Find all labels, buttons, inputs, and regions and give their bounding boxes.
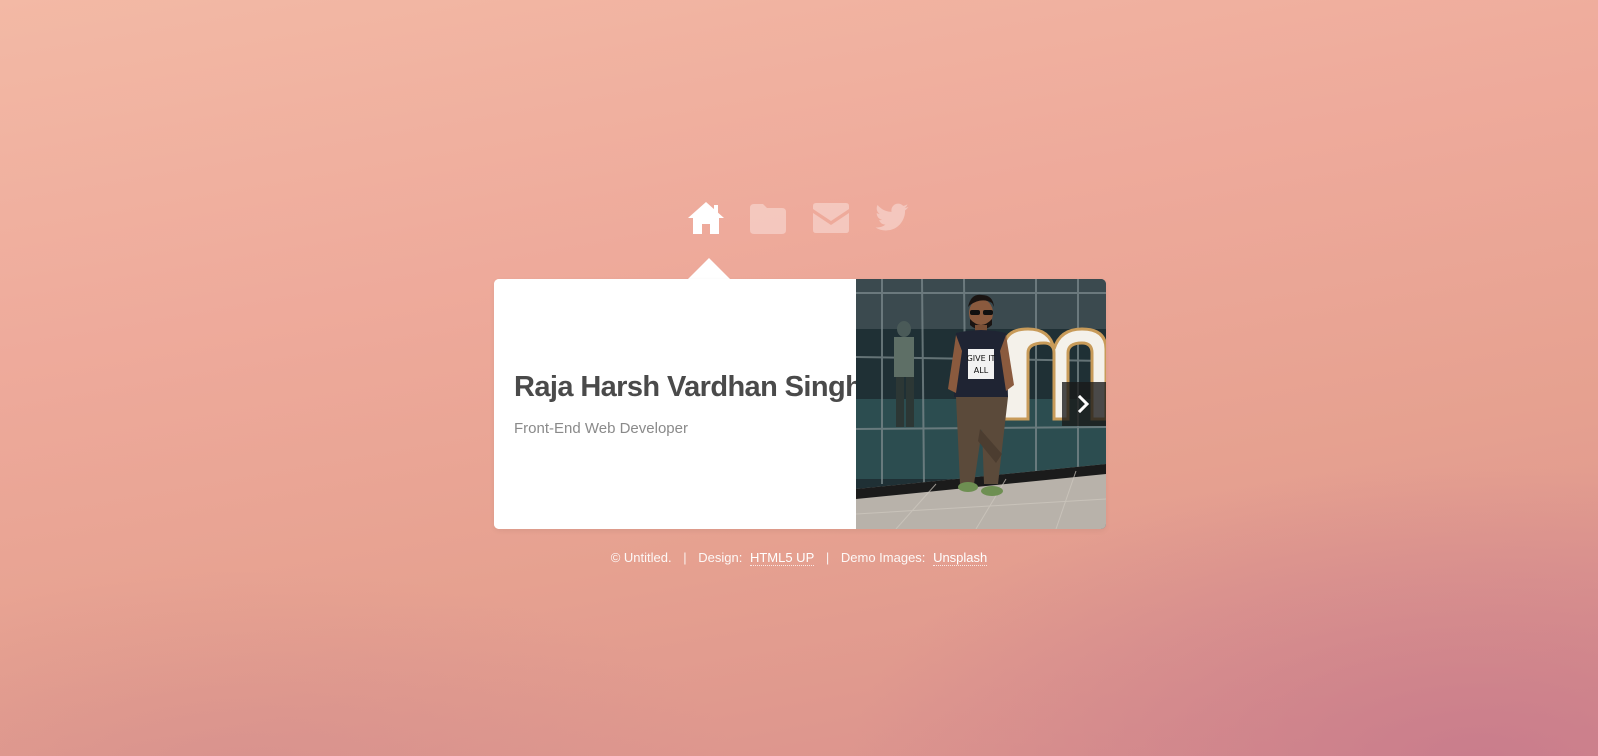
chevron-right-icon xyxy=(1077,395,1090,413)
envelope-icon xyxy=(813,203,849,233)
shirt-print-line1: GIVE IT xyxy=(967,354,996,363)
main-nav xyxy=(680,196,928,244)
nav-twitter-button[interactable] xyxy=(866,196,918,244)
person-name: Raja Harsh Vardhan Singh xyxy=(514,371,863,403)
footer-design-link[interactable]: HTML5 UP xyxy=(749,550,815,566)
nav-active-pointer xyxy=(687,258,731,280)
nav-contact-button[interactable] xyxy=(804,196,856,244)
twitter-icon xyxy=(875,203,909,231)
shirt-print-line2: ALL xyxy=(974,366,989,375)
folder-icon xyxy=(750,204,786,234)
intro-text-section: Raja Harsh Vardhan Singh Front-End Web D… xyxy=(494,279,863,529)
home-icon xyxy=(688,202,724,234)
profile-photo: GIVE IT ALL xyxy=(856,279,1106,529)
footer-design-label: Design: xyxy=(698,550,743,565)
nav-folder-button[interactable] xyxy=(742,196,794,244)
nav-home-button[interactable] xyxy=(680,196,732,244)
footer-copyright: © Untitled. xyxy=(610,550,672,565)
footer: © Untitled. | Design: HTML5 UP | Demo Im… xyxy=(0,550,1598,566)
intro-panel: Raja Harsh Vardhan Singh Front-End Web D… xyxy=(494,279,1106,529)
footer-images-label: Demo Images: xyxy=(840,550,926,565)
next-slide-button[interactable] xyxy=(1062,382,1106,426)
footer-separator: | xyxy=(825,550,830,565)
footer-images-link[interactable]: Unsplash xyxy=(933,550,988,566)
footer-separator: | xyxy=(683,550,687,565)
person-role: Front-End Web Developer xyxy=(514,420,688,437)
